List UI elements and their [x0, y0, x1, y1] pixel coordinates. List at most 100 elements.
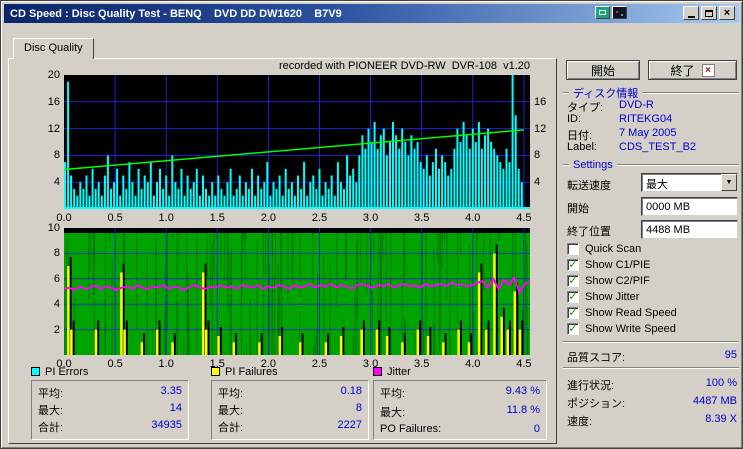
monitor-icon[interactable] [612, 6, 627, 19]
stat-label: 平均: [380, 388, 406, 400]
stat-value: 3.35 [160, 385, 182, 397]
stat-value: 2227 [337, 419, 362, 431]
checkbox-show-write-speed[interactable]: ✓ [567, 323, 579, 335]
stat-row: 合計: 34935 [38, 419, 182, 435]
legend-row: Jitter [373, 365, 547, 378]
disc-info-row: Label: CDS_TEST_B2 [567, 141, 737, 155]
stat-value: 0 [533, 423, 540, 435]
info-value: 7 May 2005 [619, 127, 677, 139]
quality-score-row: 品質スコア: 95 [567, 349, 737, 365]
axis-tick: 6 [53, 272, 60, 285]
axis-tick: 0.5 [107, 212, 123, 224]
axis-tick: 8 [53, 149, 60, 162]
app-window: CD Speed : Disc Quality Test - BENQ DVD … [0, 0, 743, 449]
checkbox-row-show-c2-pif[interactable]: ✓ Show C2/PIF [567, 273, 739, 289]
stat-row: 平均: 9.43 % [380, 385, 540, 401]
info-value: CDS_TEST_B2 [619, 141, 697, 153]
disc-info-rows: タイプ: DVD-R ID: RITEKG04 日付: 7 May 2005 Label: C… [567, 99, 737, 155]
stat-box: 平均: 9.43 % 最大: 11.8 % PO Failures: 0 [373, 380, 547, 440]
tab-disc-quality[interactable]: Disc Quality [13, 38, 94, 59]
axis-tick: 1.5 [209, 212, 225, 224]
start-position-field[interactable] [641, 197, 738, 216]
start-button[interactable]: 開始 [566, 60, 640, 80]
legend-label: PI Errors [45, 365, 89, 378]
stat-label: 平均: [218, 388, 244, 400]
checkbox-row-show-read-speed[interactable]: ✓ Show Read Speed [567, 305, 739, 321]
stat-value: 8 [355, 402, 362, 414]
settings-header-label: Settings [573, 159, 613, 171]
options-checkbox-list: Quick Scan ✓ Show C1/PIE ✓ Show C2/PIF ✓ Show … [567, 241, 739, 337]
stat-row: 最大: 11.8 % [380, 404, 540, 420]
checkbox-quick-scan[interactable] [567, 243, 579, 255]
titlebar-extra-icons [595, 6, 627, 19]
info-value: DVD-R [619, 99, 654, 111]
checkbox-show-jitter[interactable]: ✓ [567, 291, 579, 303]
stat-value: 14 [169, 402, 182, 414]
checkbox-show-read-speed[interactable]: ✓ [567, 307, 579, 319]
axis-tick: 4 [53, 298, 60, 311]
axis-tick: 4.5 [516, 212, 532, 224]
checkbox-label: Show C1/PIE [585, 259, 651, 271]
divider [563, 341, 739, 343]
disc-info-row: ID: RITEKG04 [567, 113, 737, 127]
chart-panel: recorded with PIONEER DVD-RW DVR-108 v1.… [8, 58, 557, 444]
close-button[interactable]: × [719, 6, 735, 20]
axis-tick: 8 [53, 247, 60, 260]
checkbox-row-show-write-speed[interactable]: ✓ Show Write Speed [567, 321, 739, 337]
titlebar[interactable]: CD Speed : Disc Quality Test - BENQ DVD … [4, 4, 739, 23]
maximize-icon [705, 9, 713, 17]
legend-swatch [373, 367, 382, 376]
checkbox-label: Show Write Speed [585, 323, 676, 335]
minimize-button[interactable] [683, 6, 699, 20]
stat-group-jitter: Jitter 平均: 9.43 % 最大: 11.8 % PO Failures: 0 [373, 365, 547, 440]
start-position-label: 開始 [567, 203, 589, 215]
transfer-speed-select[interactable]: 最大 ▼ [641, 173, 738, 192]
checkbox-show-c1-pie[interactable]: ✓ [567, 259, 579, 271]
axis-tick: 8 [534, 149, 541, 162]
axis-tick: 1.0 [158, 212, 174, 224]
recorded-with-note: recorded with PIONEER DVD-RW DVR-108 v1.… [278, 60, 530, 72]
legend-swatch [211, 367, 220, 376]
exit-x-icon: × [701, 63, 715, 77]
stat-box: 平均: 3.35 最大: 14 合計: 34935 [31, 380, 189, 440]
stat-value: 9.43 % [505, 385, 540, 397]
speed-label: 速度: [567, 416, 593, 428]
exit-button[interactable]: 終了 × [648, 60, 737, 80]
checkbox-row-quick-scan[interactable]: Quick Scan [567, 241, 739, 257]
disc-info-row: タイプ: DVD-R [567, 99, 737, 114]
stat-row: 平均: 3.35 [38, 385, 182, 401]
checkbox-row-show-c1-pie[interactable]: ✓ Show C1/PIE [567, 257, 739, 273]
axis-tick: 3.5 [414, 212, 430, 224]
pi-failures-chart [63, 228, 531, 356]
axis-tick: 2 [53, 323, 60, 336]
stat-value: 34935 [151, 419, 182, 431]
checkbox-show-c2-pif[interactable]: ✓ [567, 275, 579, 287]
axis-tick: 2.5 [311, 212, 328, 224]
info-label: ID: [567, 113, 582, 125]
chart-icon[interactable] [595, 6, 610, 19]
stat-row: PO Failures: 0 [380, 423, 540, 435]
checkbox-label: Quick Scan [585, 243, 642, 255]
stat-label: PO Failures: [380, 423, 442, 435]
legend-swatch [31, 367, 40, 376]
maximize-button[interactable] [701, 6, 717, 20]
exit-button-label: 終了 [670, 63, 695, 78]
checkbox-row-show-jitter[interactable]: ✓ Show Jitter [567, 289, 739, 305]
stat-group-pi-failures: PI Failures 平均: 0.18 最大: 8 合計: 2227 [211, 365, 369, 440]
axis-tick: 16 [534, 95, 547, 108]
axis-tick: 4 [534, 176, 541, 189]
checkbox-label: Show C2/PIF [585, 275, 650, 287]
info-value: RITEKG04 [619, 113, 673, 125]
settings-header: Settings [563, 159, 739, 171]
stat-label: 最大: [380, 407, 406, 419]
stat-label: 合計: [218, 422, 244, 434]
chevron-down-icon[interactable]: ▼ [721, 174, 737, 191]
stat-row: 平均: 0.18 [218, 385, 362, 401]
stat-label: 最大: [38, 405, 64, 417]
info-label: 日付: [567, 130, 593, 142]
info-label: タイプ: [567, 102, 604, 114]
window-controls: × [683, 6, 735, 20]
stat-value: 11.8 % [506, 404, 540, 416]
checkbox-label: Show Read Speed [585, 307, 677, 319]
end-position-field[interactable] [641, 220, 738, 239]
